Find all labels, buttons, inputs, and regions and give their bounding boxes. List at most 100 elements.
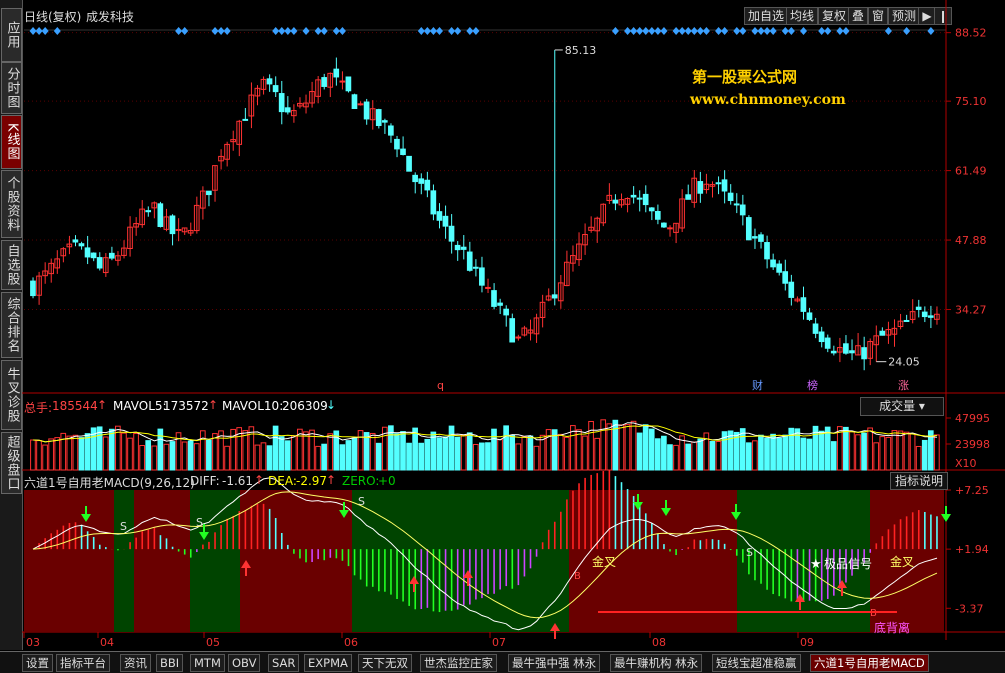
candle-body [715,182,722,185]
signal-diamond-icon [763,27,771,35]
volume-bar [254,444,261,471]
candle-body [145,210,152,213]
zero-value: +0 [378,474,396,488]
candle-body [800,297,807,312]
volume-bar [66,435,73,471]
bottom-tab-13[interactable]: 六道1号自用老MACD [810,654,929,672]
bottom-tab-11[interactable]: 最牛赚机构 林永 [610,654,703,672]
volume-bar [745,442,752,471]
candle-body [460,246,467,250]
sidebar-item-1[interactable]: 分时图 [1,62,22,114]
signal-diamond-icon [611,27,619,35]
candle-body [381,120,388,123]
candle-body [96,257,103,269]
event-marker: 财 [752,378,763,392]
sidebar-item-3[interactable]: 个股资料 [1,170,22,238]
volume-bar [121,432,127,471]
candle-body [284,107,291,113]
volume-bar [654,438,661,471]
bottom-tab-7[interactable]: EXPMA [304,654,352,672]
volume-bar [169,441,176,471]
volume-bar [297,428,303,471]
candle-body [497,302,503,306]
sidebar-item-2[interactable]: K线图 [1,115,22,169]
candle-body [108,252,115,259]
candle-body [782,271,789,284]
volume-bar [758,434,764,471]
volume-bar [849,431,855,471]
signal-diamond-icon [721,27,729,35]
candle-body [636,197,643,200]
signal-diamond-icon [787,27,795,35]
volume-bar [394,433,400,471]
bottom-tab-3[interactable]: BBI [156,654,184,672]
indicator-dropdown[interactable]: 成交量 ▾ [860,397,944,416]
bottom-tab-12[interactable]: 短线宝超准稳赢 [712,654,801,672]
bottom-divergence-label: 底背离 [874,620,910,635]
bottom-tab-4[interactable]: MTM [190,654,225,672]
candle-body [278,93,285,113]
sell-marker: S [358,495,365,508]
candle-body [485,286,491,289]
bottom-tab-10[interactable]: 最牛强中强 林永 [508,654,601,672]
sidebar-item-6[interactable]: 牛叉诊股 [1,360,22,430]
sidebar-item-4[interactable]: 自选股 [1,240,22,290]
volume-bar [843,426,849,471]
candle-body [430,190,437,215]
bottom-tab-5[interactable]: OBV [228,654,261,672]
volume-bar [521,436,528,471]
bottom-tab-1[interactable]: 指标平台 [56,654,110,672]
x-axis-label: 07 [492,636,506,649]
signal-diamond-icon [642,27,650,35]
candle-body [412,174,418,183]
signal-diamond-icon [800,27,807,35]
kline-chart[interactable]: 88.52 75.10 61.49 47.88 34.27 85.13 24.05 q 财 榜 涨 4… [22,0,1005,651]
candle-body [345,76,352,92]
bottom-tab-0[interactable]: 设置 [22,654,53,672]
candle-body [861,347,867,360]
sidebar-item-7[interactable]: 超级盘口 [1,432,22,494]
buy-marker: B [574,571,581,582]
signal-diamond-icon [630,27,638,35]
candle-body [503,308,509,316]
up-arrow-icon: ↑ [208,398,219,412]
volume-bar [509,434,516,471]
volume-bar [661,435,667,471]
event-marker: 榜 [807,378,818,392]
volume-bar [557,433,564,471]
candle-body [84,247,91,258]
volume-bar [181,441,188,471]
price-axis-label: 47.88 [955,234,987,247]
signal-diamond-icon [769,27,777,35]
price-axis-label: 75.10 [955,95,987,108]
volume-bar [691,441,698,471]
signal-diamond-icon [320,27,328,35]
volume-bar [375,442,382,471]
volume-bar [897,430,904,471]
bottom-tab-2[interactable]: 资讯 [120,654,151,672]
candle-body [90,252,97,259]
candle-body [661,222,667,228]
sidebar-item-0[interactable]: 应用 [1,8,22,62]
signal-diamond-icon [842,27,850,35]
signal-diamond-icon [672,27,680,35]
volume-bar [806,438,813,471]
dea-value: -2.97 [296,474,328,488]
price-axis-label: 34.27 [955,304,987,317]
event-marker: 涨 [898,379,909,392]
candle-body [491,290,497,307]
bottom-tab-9[interactable]: 世杰监控庄家 [420,654,497,672]
candle-body [515,336,522,339]
indicator-help-button[interactable]: 指标说明 [890,472,948,490]
volume-bar [885,436,892,471]
volume-bar [715,440,722,471]
volume-bar [563,436,570,471]
sidebar-item-5[interactable]: 综合排名 [1,292,22,358]
volume-bar [472,443,479,471]
candle-body [830,350,837,354]
bottom-tab-8[interactable]: 天下无双 [358,654,412,672]
volume-bar [612,419,619,471]
volume-axis-label: X10 [955,457,977,470]
bottom-tab-6[interactable]: SAR [268,654,300,672]
signal-diamond-icon [338,27,346,35]
